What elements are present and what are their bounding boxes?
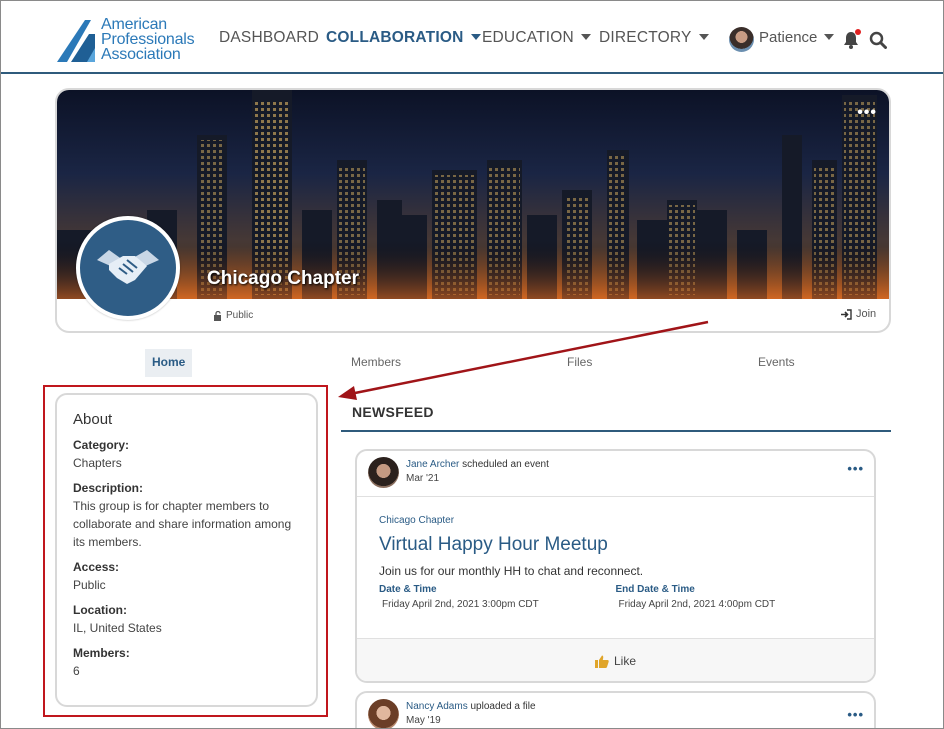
post-date: May '19 [406,715,441,726]
avatar[interactable] [368,699,399,729]
logo-line: American [101,15,167,33]
event-description: Join us for our monthly HH to chat and r… [379,564,644,578]
association-logo[interactable]: American Professionals Association [57,15,207,63]
like-button[interactable]: Like [357,639,874,681]
logo-line: Professionals [101,30,195,48]
post-action: scheduled an event [459,459,549,470]
unlock-icon [214,310,221,321]
group-link[interactable]: Chicago Chapter [379,515,852,526]
thumbs-up-icon [594,655,609,668]
post-more-button[interactable]: ••• [847,707,864,722]
search-icon[interactable] [869,31,887,49]
join-button[interactable]: Join [840,308,876,320]
newsfeed-title: NEWSFEED [352,404,434,420]
start-datetime: Date & Time Friday April 2nd, 2021 3:00p… [379,584,616,610]
start-label: Date & Time [379,584,437,595]
logo-text: American Professionals Association [101,15,195,63]
chevron-down-icon [824,34,835,40]
nav-education[interactable]: EDUCATION [482,29,591,47]
group-title: Chicago Chapter [207,268,360,289]
post-author-line: Nancy Adams uploaded a file [406,701,536,712]
end-value: Friday April 2nd, 2021 4:00pm CDT [618,599,776,610]
nav-label: COLLABORATION [326,29,464,46]
tab-label: Home [152,355,186,369]
logo-mark-icon [57,20,95,62]
avatar[interactable] [368,457,399,488]
chevron-down-icon [698,34,709,40]
chevron-down-icon [580,34,591,40]
top-navigation-bar: American Professionals Association DASHB… [1,1,943,74]
event-title[interactable]: Virtual Happy Hour Meetup [379,534,852,556]
group-header-card: ••• Chicago Chapter [55,88,891,333]
city-skyline-banner: ••• Chicago Chapter [57,90,889,299]
visibility-label: Public [226,310,254,321]
nav-label: DIRECTORY [599,29,692,46]
start-value: Friday April 2nd, 2021 3:00pm CDT [382,599,539,610]
join-label: Join [856,308,877,320]
post-action: uploaded a file [467,701,536,712]
nav-collaboration[interactable]: COLLABORATION [326,29,481,47]
nav-dashboard[interactable]: DASHBOARD [219,29,319,47]
chevron-down-icon [470,34,481,40]
handshake-icon [76,216,180,320]
user-avatar[interactable] [729,27,754,52]
author-link[interactable]: Nancy Adams [406,701,468,712]
more-dots-label: ••• [857,104,877,121]
notification-dot [855,29,861,35]
visibility-badge: Public [213,310,253,321]
event-datetime-row: Date & Time Friday April 2nd, 2021 3:00p… [379,584,852,610]
bell-icon[interactable] [843,29,861,49]
post-more-button[interactable]: ••• [847,461,864,476]
post-author-line: Jane Archer scheduled an event [406,459,549,470]
tab-label: Events [758,355,795,369]
nav-label: DASHBOARD [219,29,319,46]
annotation-highlight-box [43,385,328,717]
nav-label: EDUCATION [482,29,574,46]
user-name-label: Patience [759,29,818,46]
author-link[interactable]: Jane Archer [406,459,459,470]
feed-post: Jane Archer scheduled an event Mar '21 •… [355,449,876,683]
logo-line: Association [101,45,181,63]
banner-more-button[interactable]: ••• [857,104,877,122]
user-menu[interactable]: Patience [759,29,835,46]
like-label: Like [613,654,636,668]
tab-events[interactable]: Events [751,349,802,377]
annotation-arrow [338,320,709,400]
end-label: End Date & Time [615,584,695,595]
post-date: Mar '21 [406,473,440,484]
post-header: Jane Archer scheduled an event Mar '21 •… [357,451,874,497]
newsfeed-divider [341,430,891,432]
post-header: Nancy Adams uploaded a file May '19 ••• [357,693,874,729]
tab-home[interactable]: Home [145,349,193,377]
feed-post: Nancy Adams uploaded a file May '19 ••• [355,691,876,729]
end-datetime: End Date & Time Friday April 2nd, 2021 4… [616,584,853,610]
sign-in-icon [841,308,852,320]
event-details: Chicago Chapter Virtual Happy Hour Meetu… [357,497,874,639]
nav-directory[interactable]: DIRECTORY [599,29,709,47]
